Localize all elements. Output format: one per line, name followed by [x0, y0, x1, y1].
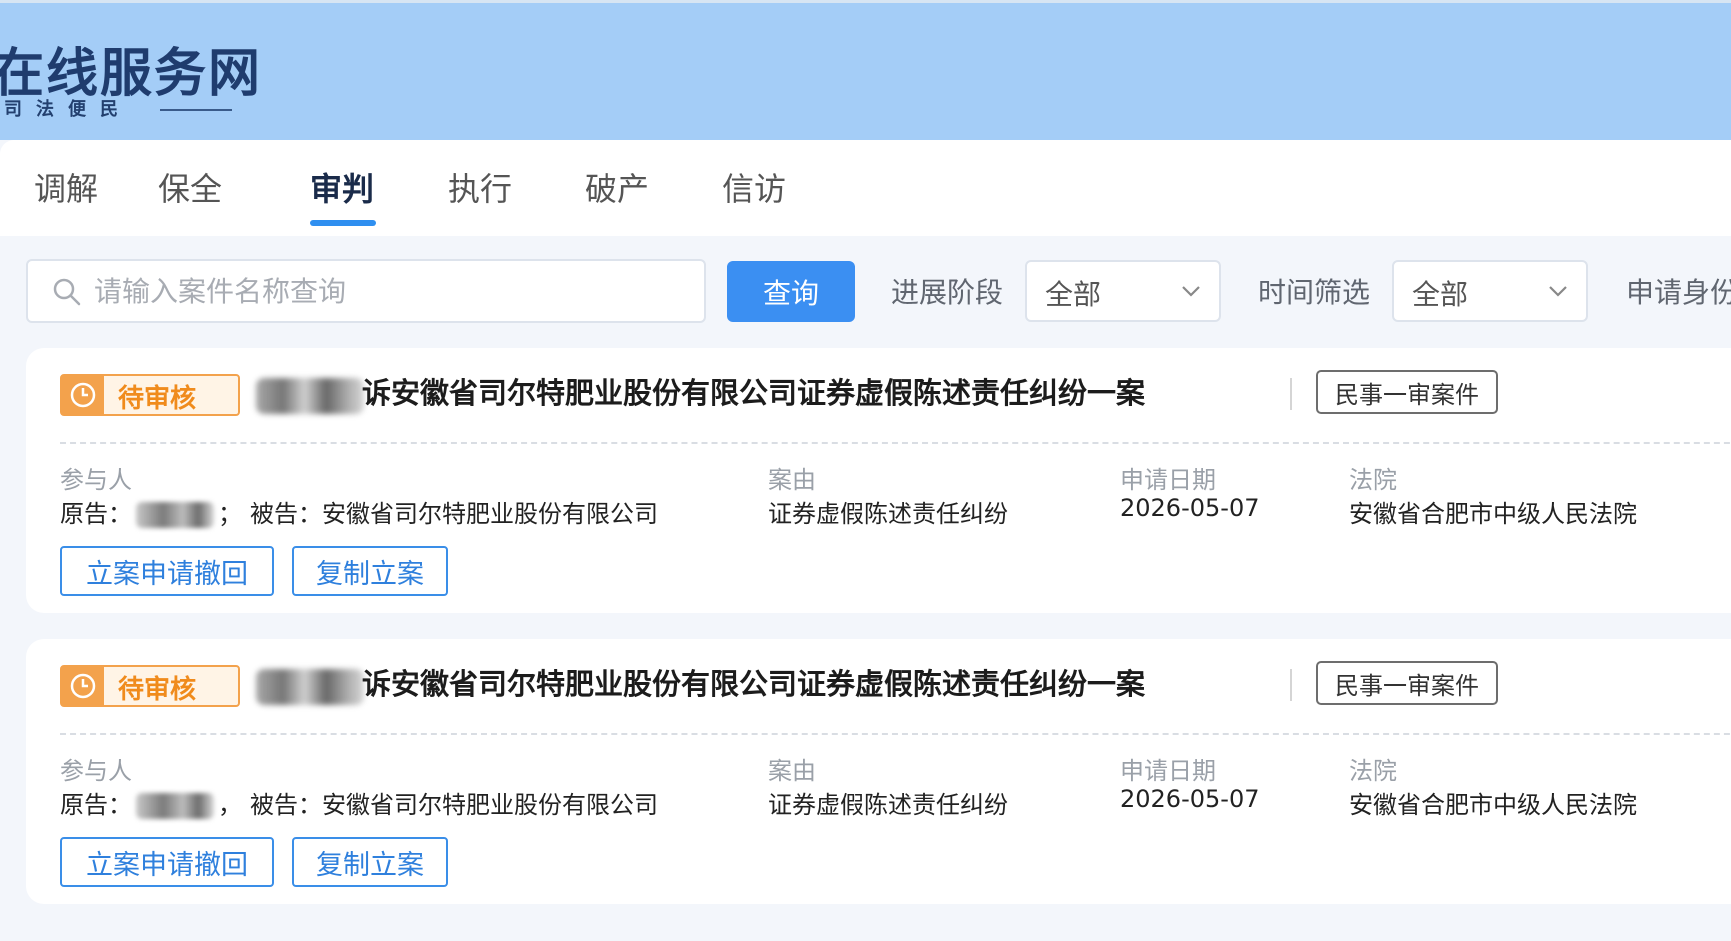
defendant-name: 安徽省司尔特肥业股份有限公司: [322, 791, 658, 819]
defendant-label: 被告：: [250, 500, 322, 528]
title-divider: [1290, 669, 1292, 701]
redacted-plaintiff: [136, 793, 214, 819]
court-label: 法院: [1349, 466, 1397, 494]
participants-value: 原告： ； 被告：安徽省司尔特肥业股份有限公司: [60, 494, 658, 529]
identity-filter-label: 申请身份: [1626, 276, 1731, 309]
cause-label: 案由: [768, 757, 816, 785]
progress-select-value: 全部: [1045, 278, 1102, 311]
case-type-tag: 民事一审案件: [1316, 370, 1498, 414]
search-box: [26, 259, 706, 323]
defendant-name: 安徽省司尔特肥业股份有限公司: [322, 500, 658, 528]
search-icon: [53, 278, 81, 306]
tab-petition[interactable]: 信访: [722, 164, 786, 210]
chevron-down-icon: [1182, 286, 1200, 297]
progress-select[interactable]: 全部: [1025, 260, 1221, 322]
active-tab-indicator: [310, 220, 376, 226]
main-nav: 调解 保全 审判 执行 破产 信访: [0, 140, 1731, 236]
progress-filter-label: 进展阶段: [891, 276, 1004, 309]
cause-value: 证券虚假陈述责任纠纷: [768, 500, 1008, 528]
apply-date-label: 申请日期: [1120, 757, 1216, 785]
search-input[interactable]: [94, 269, 684, 313]
clock-icon: [70, 673, 96, 699]
status-badge: 待审核: [60, 374, 240, 416]
party-separator: ；: [218, 500, 242, 528]
cause-label: 案由: [768, 466, 816, 494]
tab-bankruptcy[interactable]: 破产: [585, 164, 649, 210]
case-type-tag: 民事一审案件: [1316, 661, 1498, 705]
tab-preservation[interactable]: 保全: [158, 164, 222, 210]
case-card: 待审核 诉安徽省司尔特肥业股份有限公司证券虚假陈述责任纠纷一案 民事一审案件 参…: [26, 348, 1731, 613]
title-divider: [1290, 378, 1292, 410]
case-title[interactable]: 诉安徽省司尔特肥业股份有限公司证券虚假陈述责任纠纷一案: [362, 370, 1145, 412]
redacted-plaintiff-name: [256, 378, 364, 414]
redacted-plaintiff: [136, 502, 214, 528]
participants-label: 参与人: [60, 466, 132, 494]
chevron-down-icon: [1549, 286, 1567, 297]
copy-filing-button[interactable]: 复制立案: [292, 837, 448, 887]
copy-filing-button[interactable]: 复制立案: [292, 546, 448, 596]
query-button[interactable]: 查询: [727, 261, 855, 322]
subtitle-divider: [160, 109, 232, 111]
clock-icon: [70, 382, 96, 408]
site-header: 在线服务网 司法便民: [0, 0, 1731, 140]
party-separator: ，: [218, 791, 242, 819]
site-subtitle: 司法便民: [4, 99, 132, 120]
participants-label: 参与人: [60, 757, 132, 785]
case-title[interactable]: 诉安徽省司尔特肥业股份有限公司证券虚假陈述责任纠纷一案: [362, 661, 1145, 703]
status-badge: 待审核: [60, 665, 240, 707]
defendant-label: 被告：: [250, 791, 322, 819]
dashed-divider: [60, 442, 1731, 444]
apply-date-label: 申请日期: [1120, 466, 1216, 494]
time-select[interactable]: 全部: [1392, 260, 1588, 322]
status-text: 待审核: [118, 675, 197, 705]
time-filter-label: 时间筛选: [1258, 276, 1371, 309]
status-text: 待审核: [118, 384, 197, 414]
dashed-divider: [60, 733, 1731, 735]
redacted-plaintiff-name: [256, 669, 364, 705]
tab-mediation[interactable]: 调解: [34, 164, 98, 210]
tab-trial[interactable]: 审判: [310, 164, 374, 210]
participants-value: 原告： ， 被告：安徽省司尔特肥业股份有限公司: [60, 785, 658, 820]
tab-execution[interactable]: 执行: [448, 164, 512, 210]
withdraw-filing-button[interactable]: 立案申请撤回: [60, 837, 274, 887]
court-label: 法院: [1349, 757, 1397, 785]
apply-date-value: 2026-05-07: [1120, 494, 1260, 522]
cause-value: 证券虚假陈述责任纠纷: [768, 791, 1008, 819]
plaintiff-label: 原告：: [60, 500, 132, 528]
court-value: 安徽省合肥市中级人民法院: [1349, 791, 1637, 819]
apply-date-value: 2026-05-07: [1120, 785, 1260, 813]
court-value: 安徽省合肥市中级人民法院: [1349, 500, 1637, 528]
case-card: 待审核 诉安徽省司尔特肥业股份有限公司证券虚假陈述责任纠纷一案 民事一审案件 参…: [26, 639, 1731, 904]
withdraw-filing-button[interactable]: 立案申请撤回: [60, 546, 274, 596]
time-select-value: 全部: [1412, 278, 1469, 311]
plaintiff-label: 原告：: [60, 791, 132, 819]
